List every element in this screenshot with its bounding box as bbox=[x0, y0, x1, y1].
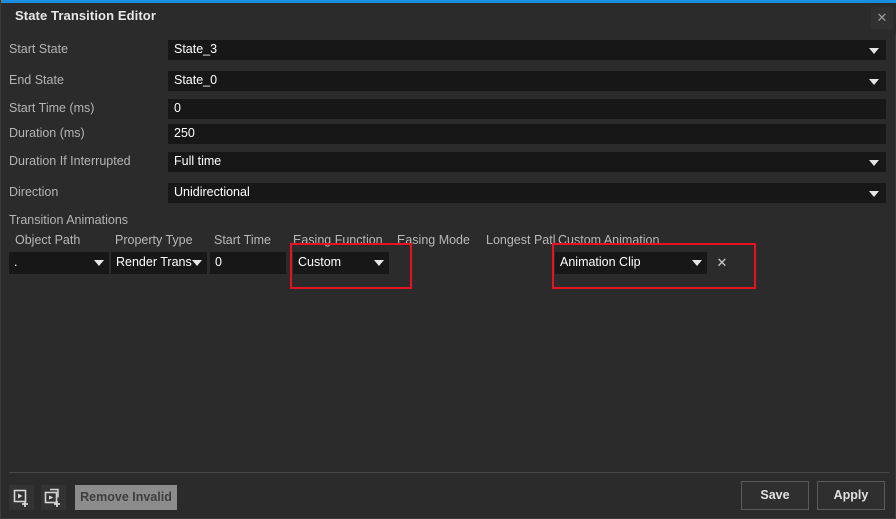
duplicate-animation-icon[interactable] bbox=[41, 485, 66, 510]
chevron-down-icon bbox=[692, 260, 702, 266]
direction-value: Unidirectional bbox=[174, 185, 250, 199]
chevron-down-icon bbox=[869, 48, 879, 54]
state-transition-editor-window: State Transition Editor ✕ Start State St… bbox=[0, 0, 896, 519]
column-header-custom-animation: Custom Animation bbox=[558, 233, 660, 247]
object-path-value: . bbox=[14, 255, 18, 269]
close-icon[interactable]: ✕ bbox=[871, 7, 893, 29]
end-state-value: State_0 bbox=[174, 73, 218, 87]
property-label: End State bbox=[9, 73, 64, 87]
custom-animation-value: Animation Clip bbox=[560, 255, 641, 269]
start-state-dropdown[interactable]: State_3 bbox=[168, 40, 886, 60]
easing-function-dropdown[interactable]: Custom bbox=[293, 252, 389, 274]
duration-if-interrupted-dropdown[interactable]: Full time bbox=[168, 152, 886, 172]
footer-separator bbox=[9, 472, 889, 473]
property-label: Start Time (ms) bbox=[9, 101, 95, 115]
chevron-down-icon bbox=[869, 191, 879, 197]
property-row-duration: Duration (ms) 250 bbox=[1, 124, 896, 146]
column-header-longest-path: Longest Patl bbox=[486, 233, 556, 247]
animation-start-time-input[interactable]: 0 bbox=[210, 252, 286, 274]
direction-dropdown[interactable]: Unidirectional bbox=[168, 183, 886, 203]
custom-animation-dropdown[interactable]: Animation Clip bbox=[555, 252, 707, 274]
chevron-down-icon bbox=[94, 260, 104, 266]
property-row-direction: Direction Unidirectional bbox=[1, 183, 896, 205]
property-row-start-time: Start Time (ms) 0 bbox=[1, 99, 896, 121]
transition-animations-label: Transition Animations bbox=[9, 213, 129, 227]
apply-button[interactable]: Apply bbox=[817, 481, 885, 510]
object-path-dropdown[interactable]: . bbox=[9, 252, 109, 274]
property-label: Start State bbox=[9, 42, 69, 56]
end-state-dropdown[interactable]: State_0 bbox=[168, 71, 886, 91]
start-time-value: 0 bbox=[174, 101, 181, 115]
property-label: Direction bbox=[9, 185, 59, 199]
start-time-input[interactable]: 0 bbox=[168, 99, 886, 119]
chevron-down-icon bbox=[374, 260, 384, 266]
easing-function-value: Custom bbox=[298, 255, 342, 269]
remove-invalid-button[interactable]: Remove Invalid bbox=[75, 485, 177, 510]
property-row-end-state: End State State_0 bbox=[1, 71, 896, 93]
duration-input[interactable]: 250 bbox=[168, 124, 886, 144]
property-row-start-state: Start State State_3 bbox=[1, 40, 896, 62]
property-label: Duration (ms) bbox=[9, 126, 85, 140]
property-type-value: Render Trans bbox=[116, 255, 192, 269]
add-animation-icon[interactable] bbox=[9, 485, 34, 510]
page-title: State Transition Editor bbox=[15, 8, 156, 23]
animation-start-time-value: 0 bbox=[215, 255, 222, 269]
property-label: Duration If Interrupted bbox=[9, 154, 131, 168]
duration-if-interrupted-value: Full time bbox=[174, 154, 222, 168]
property-type-dropdown[interactable]: Render Trans bbox=[111, 252, 207, 274]
property-row-duration-if-interrupted: Duration If Interrupted Full time bbox=[1, 152, 896, 174]
column-header-object-path: Object Path bbox=[15, 233, 81, 247]
column-header-easing-mode: Easing Mode bbox=[397, 233, 470, 247]
column-header-start-time: Start Time bbox=[214, 233, 271, 247]
chevron-down-icon bbox=[192, 260, 202, 266]
duration-value: 250 bbox=[174, 126, 195, 140]
column-header-property-type: Property Type bbox=[115, 233, 193, 247]
chevron-down-icon bbox=[869, 79, 879, 85]
save-button[interactable]: Save bbox=[741, 481, 809, 510]
window-titlebar: State Transition Editor ✕ bbox=[1, 3, 896, 33]
clear-custom-animation-icon[interactable]: ✕ bbox=[713, 254, 731, 272]
start-state-value: State_3 bbox=[174, 42, 218, 56]
column-header-easing-function: Easing Function bbox=[293, 233, 383, 247]
chevron-down-icon bbox=[869, 160, 879, 166]
